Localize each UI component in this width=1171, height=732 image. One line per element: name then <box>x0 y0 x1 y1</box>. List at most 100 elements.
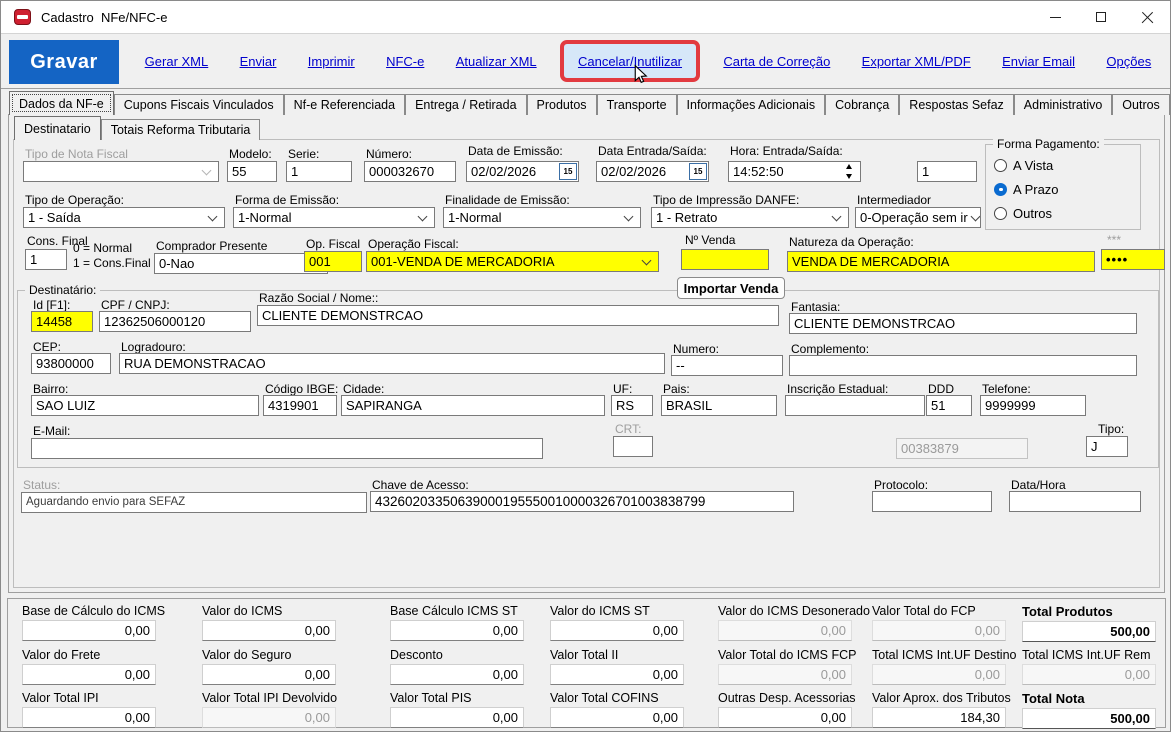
cep-label: CEP: <box>33 340 61 354</box>
inscricao-estadual-field[interactable] <box>785 395 925 416</box>
toolbar-link-imprimir[interactable]: Imprimir <box>308 54 355 69</box>
close-button[interactable] <box>1124 1 1170 33</box>
pais-field[interactable]: BRASIL <box>661 395 777 416</box>
toolbar-item-enviar-email: Enviar Email <box>994 40 1083 82</box>
total-value-field[interactable]: 0,00 <box>550 707 684 728</box>
complemento-field[interactable] <box>789 355 1137 376</box>
toolbar-link-gerar-xml[interactable]: Gerar XML <box>145 54 209 69</box>
tab-entrega-retirada[interactable]: Entrega / Retirada <box>405 94 526 115</box>
total-value-field[interactable]: 0,00 <box>872 664 1006 685</box>
serie-field[interactable]: 1 <box>286 161 352 182</box>
tab-transporte[interactable]: Transporte <box>597 94 677 115</box>
tab-nf-e-referenciada[interactable]: Nf-e Referenciada <box>284 94 405 115</box>
total-value-field[interactable]: 500,00 <box>1022 621 1156 642</box>
minimize-button[interactable] <box>1032 1 1078 33</box>
tab-administrativo[interactable]: Administrativo <box>1014 94 1113 115</box>
calendar-icon[interactable]: 15 <box>559 163 577 180</box>
total-value-field[interactable]: 0,00 <box>872 620 1006 641</box>
tab-produtos[interactable]: Produtos <box>527 94 597 115</box>
total-value-field[interactable]: 0,00 <box>202 620 336 641</box>
total-value-field[interactable]: 0,00 <box>550 664 684 685</box>
ddd-field[interactable]: 51 <box>926 395 972 416</box>
telefone-field[interactable]: 9999999 <box>980 395 1086 416</box>
chevron-down-icon <box>202 165 212 175</box>
cons-final-field[interactable]: 1 <box>25 249 67 270</box>
calendar-icon[interactable]: 15 <box>689 163 707 180</box>
chave-acesso-field[interactable]: 4326020335063900019555001000032670100383… <box>370 491 794 512</box>
total-value-field[interactable]: 500,00 <box>1022 708 1156 729</box>
extra-field[interactable]: 1 <box>917 161 977 182</box>
tab-outros[interactable]: Outros <box>1112 94 1170 115</box>
total-value-field[interactable]: 0,00 <box>390 707 524 728</box>
finalidade-emissao-label: Finalidade de Emissão: <box>445 193 570 207</box>
maximize-button[interactable] <box>1078 1 1124 33</box>
forma-pagamento-groupbox: Forma Pagamento: A VistaA PrazoOutros <box>985 144 1141 230</box>
toolbar-link-nfc-e[interactable]: NFC-e <box>386 54 424 69</box>
total-value-field[interactable]: 0,00 <box>390 664 524 685</box>
operacao-fiscal-combo[interactable]: 001-VENDA DE MERCADORIA <box>366 251 659 272</box>
total-value-field[interactable]: 0,00 <box>202 707 336 728</box>
tipo-impressao-danfe-combo[interactable]: 1 - Retrato <box>651 207 849 228</box>
codigo-ibge-field[interactable]: 4319901 <box>263 395 337 416</box>
tab-dados-da-nf-e[interactable]: Dados da NF-e <box>9 91 114 115</box>
total-value-field[interactable]: 0,00 <box>1022 664 1156 685</box>
senha-field[interactable]: •••• <box>1101 249 1165 270</box>
numero-field[interactable]: -- <box>671 355 783 376</box>
razao-social-field[interactable]: CLIENTE DEMONSTRCAO <box>257 305 779 326</box>
total-value-field[interactable]: 0,00 <box>550 620 684 641</box>
subtab-totais-reforma-tributaria[interactable]: Totais Reforma Tributaria <box>101 119 261 140</box>
fantasia-field[interactable]: CLIENTE DEMONSTRCAO <box>789 313 1137 334</box>
total-value-field[interactable]: 0,00 <box>390 620 524 641</box>
natureza-operacao-label: Natureza da Operação: <box>789 235 914 249</box>
forma-emissao-combo[interactable]: 1-Normal <box>233 207 435 228</box>
comprador-presente-combo[interactable]: 0-Nao <box>154 253 328 274</box>
total-value-field[interactable]: 0,00 <box>22 620 156 641</box>
total-total-produtos: Total Produtos500,00 <box>1022 604 1162 642</box>
numero-nf-field[interactable]: 000032670 <box>364 161 456 182</box>
tipo-nota-fiscal-combo[interactable] <box>23 161 219 182</box>
intermediador-combo[interactable]: 0-Operação sem ir <box>855 207 981 228</box>
radio-a-prazo[interactable]: A Prazo <box>994 177 1140 201</box>
uf-field[interactable]: RS <box>611 395 653 416</box>
toolbar-link-exportar-xml-pdf[interactable]: Exportar XML/PDF <box>862 54 971 69</box>
tab-cobran-a[interactable]: Cobrança <box>825 94 899 115</box>
natureza-operacao-field[interactable]: VENDA DE MERCADORIA <box>787 251 1095 272</box>
total-outras-desp-acessorias: Outras Desp. Acessorias0,00 <box>718 691 872 729</box>
total-value-field[interactable]: 0,00 <box>718 707 852 728</box>
email-field[interactable] <box>31 438 543 459</box>
cidade-field[interactable]: SAPIRANGA <box>341 395 605 416</box>
subtab-destinatario[interactable]: Destinatario <box>14 116 101 140</box>
total-value-field[interactable]: 0,00 <box>22 707 156 728</box>
modelo-field[interactable]: 55 <box>227 161 277 182</box>
tab-respostas-sefaz[interactable]: Respostas Sefaz <box>899 94 1014 115</box>
total-value-field[interactable]: 0,00 <box>718 620 852 641</box>
toolbar-link-enviar-email[interactable]: Enviar Email <box>1002 54 1075 69</box>
gravar-button[interactable]: Gravar <box>9 40 119 84</box>
toolbar-link-op-es[interactable]: Opções <box>1106 54 1151 69</box>
crt-field[interactable] <box>613 436 653 457</box>
tab-informa-es-adicionais[interactable]: Informações Adicionais <box>677 94 826 115</box>
bairro-field[interactable]: SAO LUIZ <box>31 395 259 416</box>
id-field[interactable]: 14458 <box>31 311 93 332</box>
radio-a-vista[interactable]: A Vista <box>994 153 1140 177</box>
tab-cupons-fiscais-vinculados[interactable]: Cupons Fiscais Vinculados <box>114 94 284 115</box>
total-value-field[interactable]: 0,00 <box>202 664 336 685</box>
tipo-field[interactable]: J <box>1086 436 1128 457</box>
toolbar-link-enviar[interactable]: Enviar <box>240 54 277 69</box>
cep-field[interactable]: 93800000 <box>31 353 111 374</box>
time-spinner-icon[interactable] <box>842 164 856 179</box>
finalidade-emissao-combo[interactable]: 1-Normal <box>443 207 641 228</box>
toolbar-link-carta-de-corre-o[interactable]: Carta de Correção <box>723 54 830 69</box>
op-fiscal-field[interactable]: 001 <box>304 251 362 272</box>
toolbar-link-atualizar-xml[interactable]: Atualizar XML <box>456 54 537 69</box>
total-value-field[interactable]: 0,00 <box>718 664 852 685</box>
radio-outros[interactable]: Outros <box>994 201 1140 225</box>
chevron-down-icon <box>208 211 218 221</box>
logradouro-field[interactable]: RUA DEMONSTRACAO <box>119 353 665 374</box>
cpf-cnpj-field[interactable]: 12362506000120 <box>99 311 251 332</box>
num-venda-field[interactable] <box>681 249 769 270</box>
total-value-field[interactable]: 0,00 <box>22 664 156 685</box>
total-value-field[interactable]: 184,30 <box>872 707 1006 728</box>
importar-venda-button[interactable]: Importar Venda <box>677 277 785 299</box>
tipo-operacao-combo[interactable]: 1 - Saída <box>23 207 225 228</box>
